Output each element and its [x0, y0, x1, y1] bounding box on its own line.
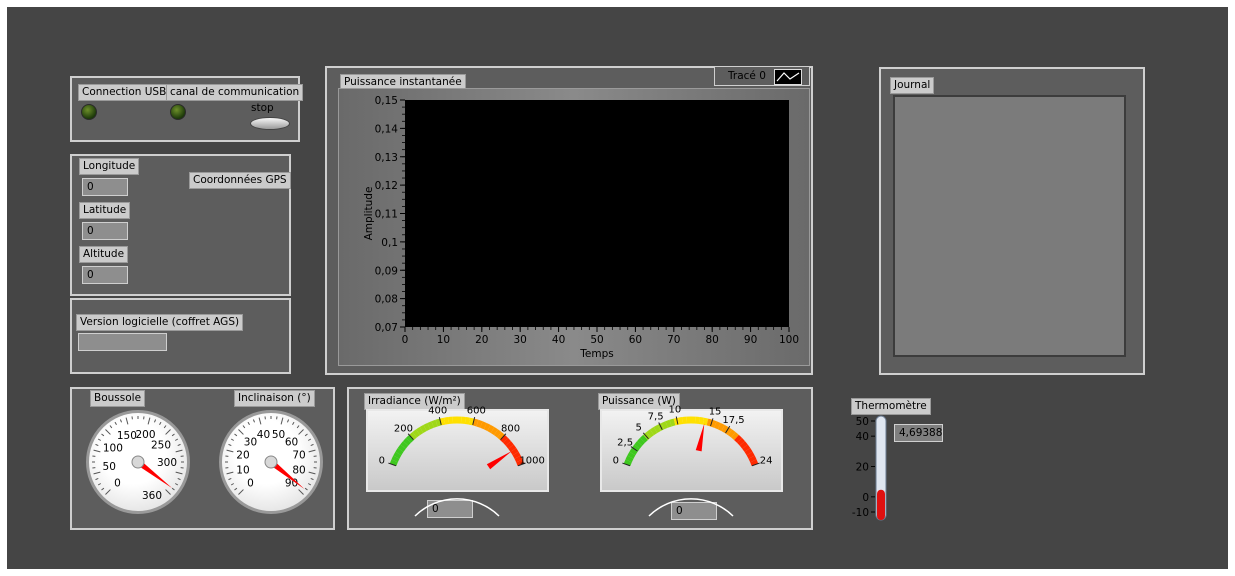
thermo-svg: 50 40 20 0 -10	[852, 415, 887, 521]
thermo-tick-label: 0	[862, 492, 869, 504]
thermo-tick-label: 20	[856, 462, 869, 474]
thermo-tick-label: 40	[856, 431, 869, 443]
thermo-tick-label: 50	[856, 416, 869, 428]
thermo-tick-label: -10	[852, 507, 869, 519]
thermo-fill	[877, 489, 885, 520]
